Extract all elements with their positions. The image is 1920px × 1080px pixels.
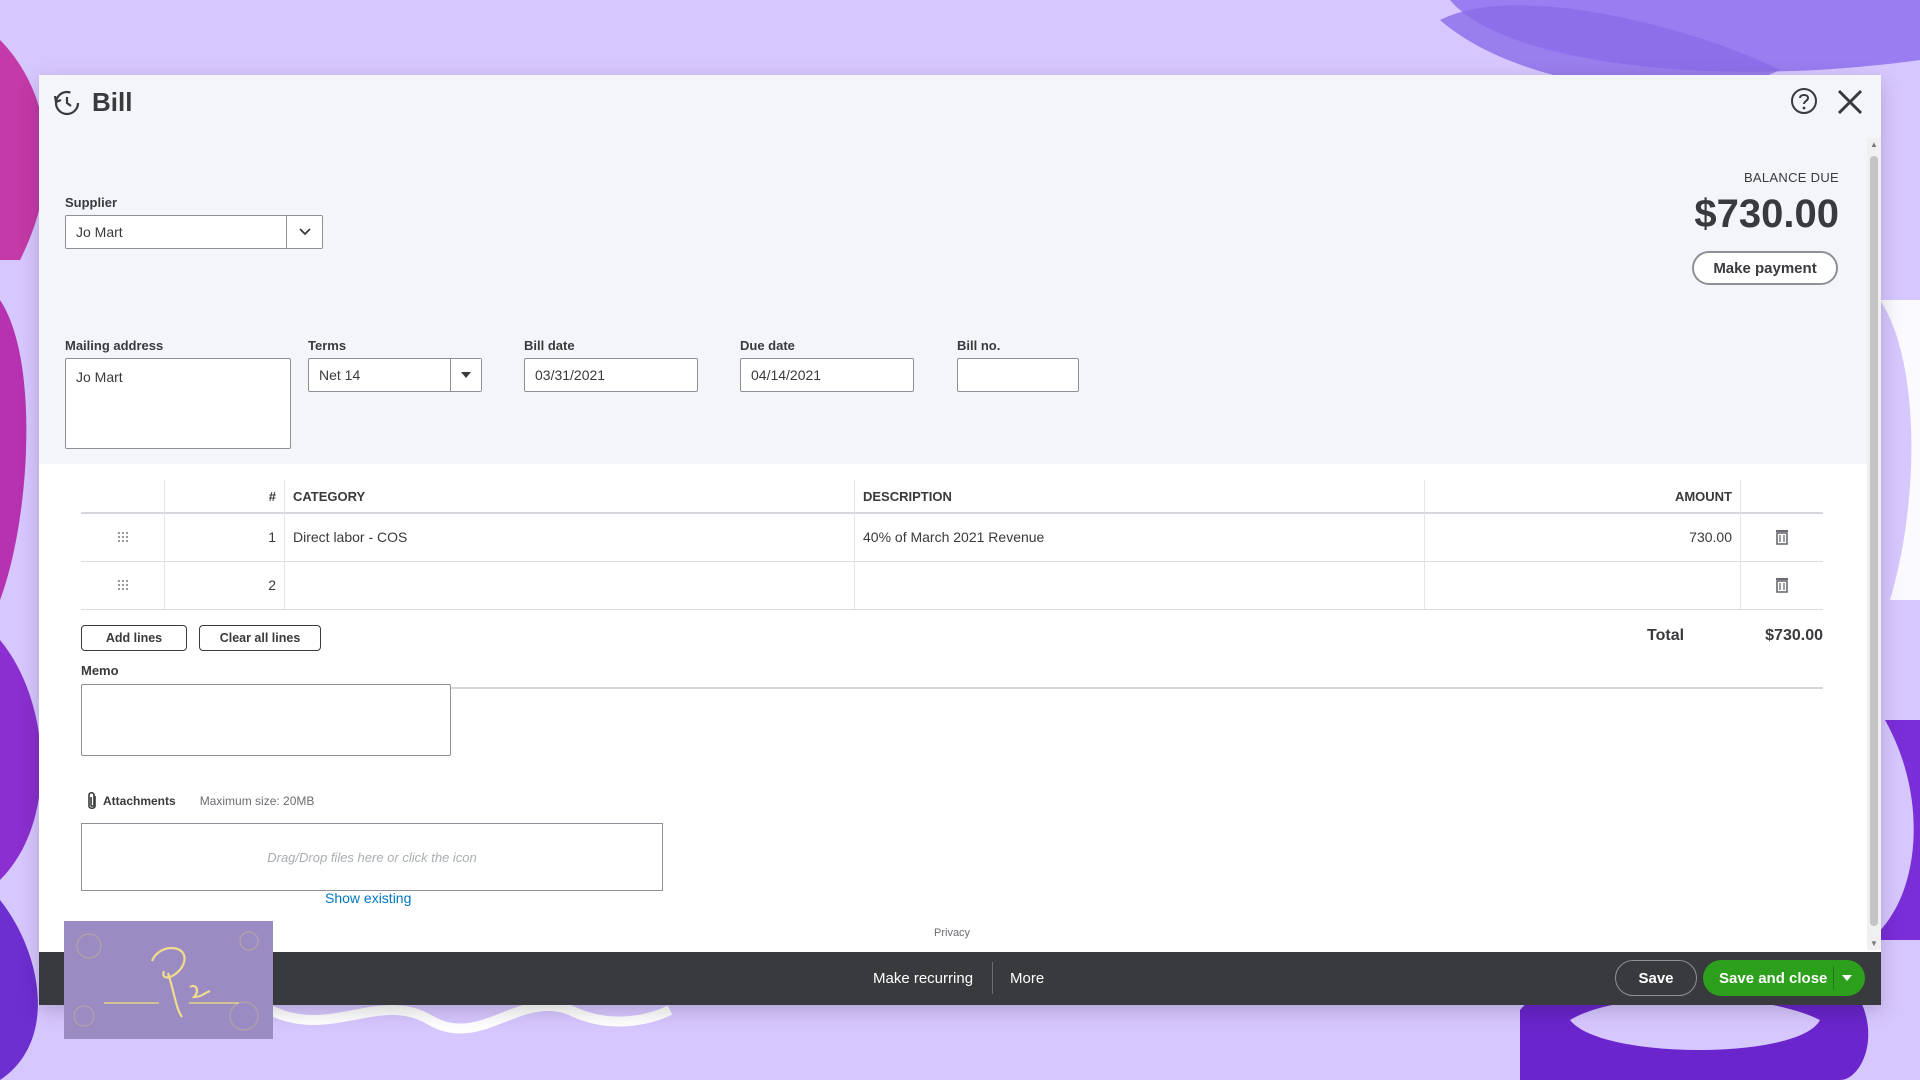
drag-handle-icon[interactable] — [81, 561, 165, 609]
attachments-header: Attachments Maximum size: 20MB — [85, 791, 314, 811]
page-title: Bill — [92, 87, 133, 117]
trash-icon[interactable] — [1741, 513, 1823, 561]
mailing-address-input[interactable]: Jo Mart — [66, 359, 290, 448]
total-label: Total — [1647, 627, 1685, 644]
close-icon[interactable] — [1833, 85, 1867, 119]
vertical-scrollbar[interactable]: ▲ ▼ — [1867, 138, 1881, 950]
attachment-dropzone[interactable]: Drag/Drop files here or click the icon — [81, 823, 663, 891]
bill-date-field[interactable] — [524, 358, 698, 392]
balance-due-amount: $730.00 — [1694, 192, 1839, 236]
terms-dropdown-button[interactable] — [450, 359, 481, 391]
delete-column-header — [1741, 480, 1823, 512]
drag-handle-icon[interactable] — [81, 513, 165, 561]
scroll-up-arrow-icon[interactable]: ▲ — [1870, 140, 1878, 149]
bill-header-area — [39, 75, 1881, 464]
scroll-down-arrow-icon[interactable]: ▼ — [1870, 939, 1878, 948]
privacy-link[interactable]: Privacy — [934, 927, 970, 939]
line-number: 2 — [165, 561, 285, 609]
attachments-max-size: Maximum size: 20MB — [199, 794, 315, 808]
attachments-label: Attachments — [103, 794, 176, 808]
bill-modal: Bill Supplier BALANCE DUE $730.00 Make p… — [39, 75, 1881, 1005]
due-date-field[interactable] — [740, 358, 914, 392]
amount-cell[interactable]: 730.00 — [1425, 513, 1741, 561]
description-cell[interactable]: 40% of March 2021 Revenue — [855, 513, 1425, 561]
supplier-select[interactable] — [65, 215, 323, 249]
mailing-address-field[interactable]: Jo Mart — [65, 358, 291, 449]
chevron-down-icon — [298, 228, 311, 236]
column-header-num: # — [165, 480, 285, 512]
bill-date-label: Bill date — [524, 338, 575, 353]
memo-field[interactable] — [81, 684, 451, 756]
column-header-amount: AMOUNT — [1425, 480, 1741, 512]
bill-no-field[interactable] — [957, 358, 1079, 392]
drag-column-header — [81, 480, 165, 512]
mailing-address-label: Mailing address — [65, 338, 164, 353]
category-cell[interactable]: Direct labor - COS — [285, 513, 855, 561]
trash-icon[interactable] — [1741, 561, 1823, 609]
category-cell[interactable] — [285, 561, 855, 609]
table-row[interactable]: 2 — [81, 561, 1823, 610]
make-payment-button[interactable]: Make payment — [1692, 251, 1838, 285]
total-amount: $730.00 — [1765, 627, 1823, 644]
make-recurring-button[interactable]: Make recurring — [873, 952, 973, 1005]
due-date-label: Due date — [740, 338, 795, 353]
memo-input[interactable] — [82, 685, 450, 755]
terms-select[interactable] — [308, 358, 482, 392]
supplier-input[interactable] — [66, 216, 322, 248]
more-button[interactable]: More — [1010, 952, 1044, 1005]
supplier-label: Supplier — [65, 195, 118, 210]
footer-bar: Make recurring More Save Save and close — [39, 952, 1881, 1005]
bill-date-input[interactable] — [525, 359, 697, 391]
supplier-dropdown-button[interactable] — [286, 216, 322, 248]
description-cell[interactable] — [855, 561, 1425, 609]
line-number: 1 — [165, 513, 285, 561]
bill-no-input[interactable] — [958, 359, 1078, 391]
column-header-description: DESCRIPTION — [855, 480, 1425, 512]
column-header-category: CATEGORY — [285, 480, 855, 512]
scrollbar-thumb[interactable] — [1870, 156, 1878, 926]
footer-separator — [992, 962, 993, 994]
caret-down-icon — [461, 371, 471, 378]
balance-due-label: BALANCE DUE — [1743, 170, 1839, 185]
caret-down-icon[interactable] — [1841, 960, 1853, 996]
add-lines-button[interactable]: Add lines — [81, 625, 187, 651]
bill-no-label: Bill no. — [957, 338, 1001, 353]
bill-title-bar: Bill — [52, 87, 132, 118]
table-row[interactable]: 1 Direct labor - COS 40% of March 2021 R… — [81, 513, 1823, 562]
save-and-close-button[interactable]: Save and close — [1703, 960, 1865, 996]
amount-cell[interactable] — [1425, 561, 1741, 609]
memo-label: Memo — [81, 663, 119, 678]
clear-all-lines-button[interactable]: Clear all lines — [199, 625, 321, 651]
table-header-row: # CATEGORY DESCRIPTION AMOUNT — [81, 480, 1823, 514]
save-and-close-label: Save and close — [1719, 969, 1828, 987]
due-date-input[interactable] — [741, 359, 913, 391]
history-icon[interactable] — [52, 88, 82, 118]
save-button[interactable]: Save — [1615, 960, 1697, 996]
paperclip-icon — [88, 791, 96, 810]
dropzone-text: Drag/Drop files here or click the icon — [267, 849, 477, 865]
signature-logo — [64, 921, 273, 1039]
help-icon[interactable] — [1788, 85, 1820, 117]
show-existing-link[interactable]: Show existing — [325, 890, 411, 906]
terms-label: Terms — [308, 338, 347, 353]
save-and-close-separator — [1833, 966, 1834, 990]
